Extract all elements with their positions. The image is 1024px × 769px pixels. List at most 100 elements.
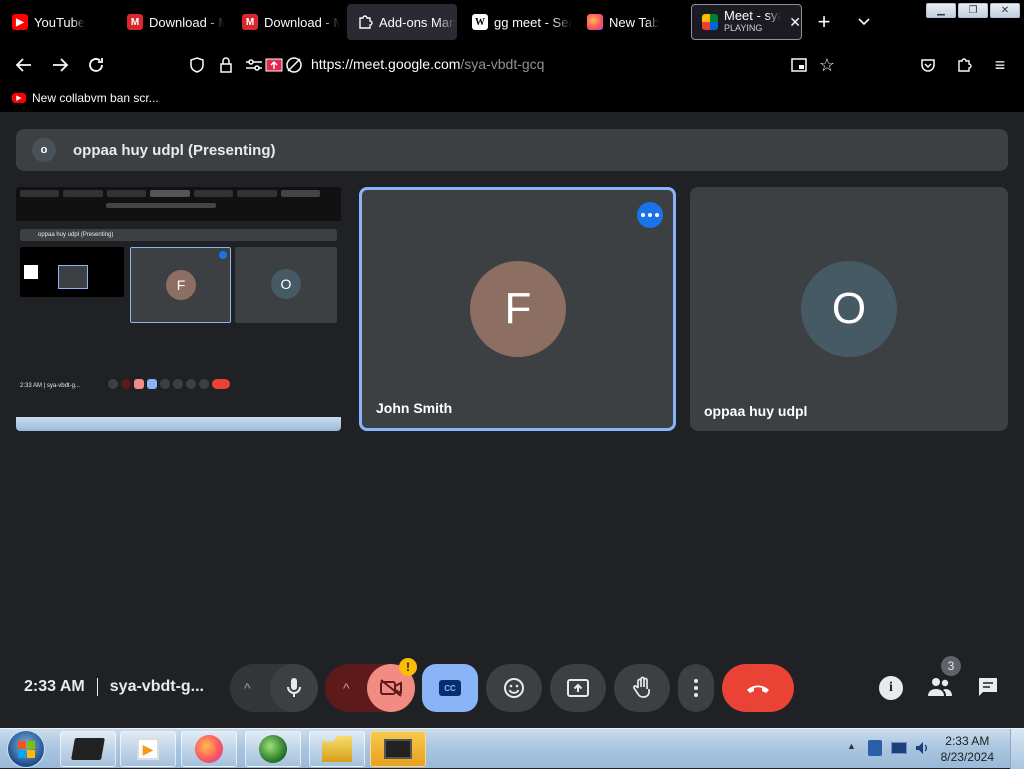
mini-tile-john: F — [130, 247, 231, 323]
presenting-banner[interactable]: o oppaa huy udpl (Presenting) — [16, 129, 1008, 171]
firefox-icon — [195, 735, 223, 763]
new-tab-icon[interactable]: + — [812, 10, 836, 34]
tab-youtube[interactable]: ▶ YouTube — [2, 4, 110, 40]
mic-button[interactable] — [270, 664, 318, 712]
browser-tab-bar: ▶ YouTube M Download - M M Download - M … — [0, 0, 1024, 44]
tab-new-tab[interactable]: New Tab — [577, 4, 685, 40]
end-call-icon — [747, 685, 769, 693]
taskbar-app-firefox[interactable] — [181, 731, 237, 767]
bookmark-item[interactable]: ▶ New collabvm ban scr... — [12, 91, 159, 105]
mini-tile-oppaa: O — [235, 247, 337, 323]
more-options-button[interactable] — [678, 664, 714, 712]
autoplay-blocked-icon[interactable] — [282, 53, 306, 77]
present-screen-button[interactable] — [550, 664, 606, 712]
system-clock[interactable]: 2:33 AM 8/23/2024 — [941, 733, 994, 765]
mega-icon: M — [127, 14, 143, 30]
presenting-label: oppaa huy udpl (Presenting) — [73, 142, 276, 159]
minimize-icon[interactable]: ▁ — [926, 3, 956, 18]
camera-control-group: ^ ! — [325, 658, 417, 712]
youtube-icon: ▶ — [12, 93, 26, 103]
presenter-avatar: o — [32, 138, 56, 162]
display-tray-icon[interactable] — [891, 742, 907, 754]
shield-icon[interactable] — [185, 53, 209, 77]
firefox-icon — [587, 14, 603, 30]
device-icon — [71, 738, 105, 760]
picture-in-picture-icon[interactable] — [787, 53, 811, 77]
raise-hand-button[interactable] — [614, 664, 670, 712]
volume-tray-icon[interactable] — [915, 740, 929, 756]
chevron-down-icon[interactable] — [852, 10, 876, 34]
taskbar-app-idm[interactable] — [245, 731, 301, 767]
people-icon[interactable] — [927, 676, 953, 700]
hand-icon — [633, 676, 650, 698]
start-button[interactable] — [5, 729, 47, 769]
youtube-icon: ▶ — [12, 14, 28, 30]
participant-tile-john-smith[interactable]: F John Smith — [359, 187, 676, 431]
camera-button[interactable]: ! — [367, 658, 417, 712]
pocket-icon[interactable] — [916, 53, 940, 77]
extensions-icon[interactable] — [952, 53, 976, 77]
captions-icon: CC — [439, 680, 461, 696]
mini-controls — [108, 379, 238, 391]
tab-add-ons[interactable]: Add-ons Man — [347, 4, 457, 40]
windows-logo-icon — [7, 730, 45, 768]
participant-name: oppaa huy udpl — [704, 403, 808, 419]
restore-icon[interactable]: ❐ — [958, 3, 988, 18]
mini-browser-chrome — [16, 187, 341, 221]
forward-icon[interactable] — [48, 53, 72, 77]
mic-options-chevron-icon[interactable]: ^ — [244, 680, 251, 696]
window-icon — [384, 739, 412, 759]
browser-nav-bar: https://meet.google.com/sya-vbdt-gcq ☆ ≡ — [0, 44, 1024, 86]
taskbar-app-media-player[interactable]: ▶ — [120, 731, 176, 767]
menu-icon[interactable]: ≡ — [988, 53, 1012, 77]
participant-name: John Smith — [376, 400, 453, 416]
show-hidden-icons[interactable]: ▲ — [847, 741, 856, 751]
bookmarks-bar: ▶ New collabvm ban scr... — [0, 86, 1024, 112]
puzzle-icon — [357, 14, 373, 30]
lock-icon[interactable] — [214, 53, 238, 77]
reload-icon[interactable] — [84, 53, 108, 77]
emoji-button[interactable] — [486, 664, 542, 712]
tab-download-1[interactable]: M Download - M — [117, 4, 225, 40]
bookmark-star-icon[interactable]: ☆ — [815, 53, 839, 77]
avatar: F — [470, 261, 566, 357]
vertical-dots-icon — [694, 679, 698, 697]
meeting-info: 2:33 AM sya-vbdt-g... — [24, 678, 204, 696]
close-tab-icon[interactable]: ✕ — [789, 14, 801, 31]
mini-taskbar — [16, 417, 341, 431]
leave-call-button[interactable] — [722, 664, 794, 712]
mega-icon: M — [242, 14, 258, 30]
google-meet-icon — [702, 14, 718, 30]
emoji-icon — [504, 678, 524, 698]
taskbar-app-explorer[interactable] — [309, 731, 365, 767]
captions-button[interactable]: CC — [422, 664, 478, 712]
mini-meet: oppaa huy udpl (Presenting) F O 2:33 AM … — [16, 221, 341, 431]
download-manager-icon — [259, 735, 287, 763]
camera-options-chevron-icon[interactable]: ^ — [343, 680, 350, 696]
media-player-icon: ▶ — [137, 738, 159, 760]
network-tray-icon[interactable] — [868, 740, 882, 756]
camera-off-icon — [380, 679, 402, 697]
meeting-details-icon[interactable]: i — [879, 676, 903, 700]
mic-control-group: ^ — [230, 664, 318, 712]
screen-share-tile[interactable]: oppaa huy udpl (Presenting) F O 2:33 AM … — [16, 187, 341, 431]
os-taskbar: ▶ ▲ 2:33 AM 8/23/2024 — [0, 728, 1024, 769]
close-window-icon[interactable]: ✕ — [990, 3, 1020, 18]
mini-share-tile — [20, 247, 124, 297]
folder-icon — [322, 736, 352, 762]
taskbar-app-active[interactable] — [370, 731, 426, 767]
tab-meet-active[interactable]: Meet - sya PLAYING ✕ — [691, 4, 802, 40]
tab-gg-meet-search[interactable]: W gg meet - Sea — [462, 4, 572, 40]
people-count-badge: 3 — [941, 656, 961, 676]
chat-icon[interactable] — [977, 676, 1001, 700]
back-icon[interactable] — [12, 53, 36, 77]
taskbar-app-virtualbox[interactable] — [60, 731, 116, 767]
participant-tile-oppaa[interactable]: O oppaa huy udpl — [690, 187, 1008, 431]
meet-content: o oppaa huy udpl (Presenting) oppaa huy … — [0, 112, 1024, 728]
show-desktop-button[interactable] — [1010, 729, 1024, 769]
more-options-icon[interactable] — [637, 202, 663, 228]
tab-download-2[interactable]: M Download - M — [232, 4, 340, 40]
url-bar[interactable]: https://meet.google.com/sya-vbdt-gcq — [311, 56, 544, 72]
wikipedia-icon: W — [472, 14, 488, 30]
present-icon — [567, 679, 589, 697]
